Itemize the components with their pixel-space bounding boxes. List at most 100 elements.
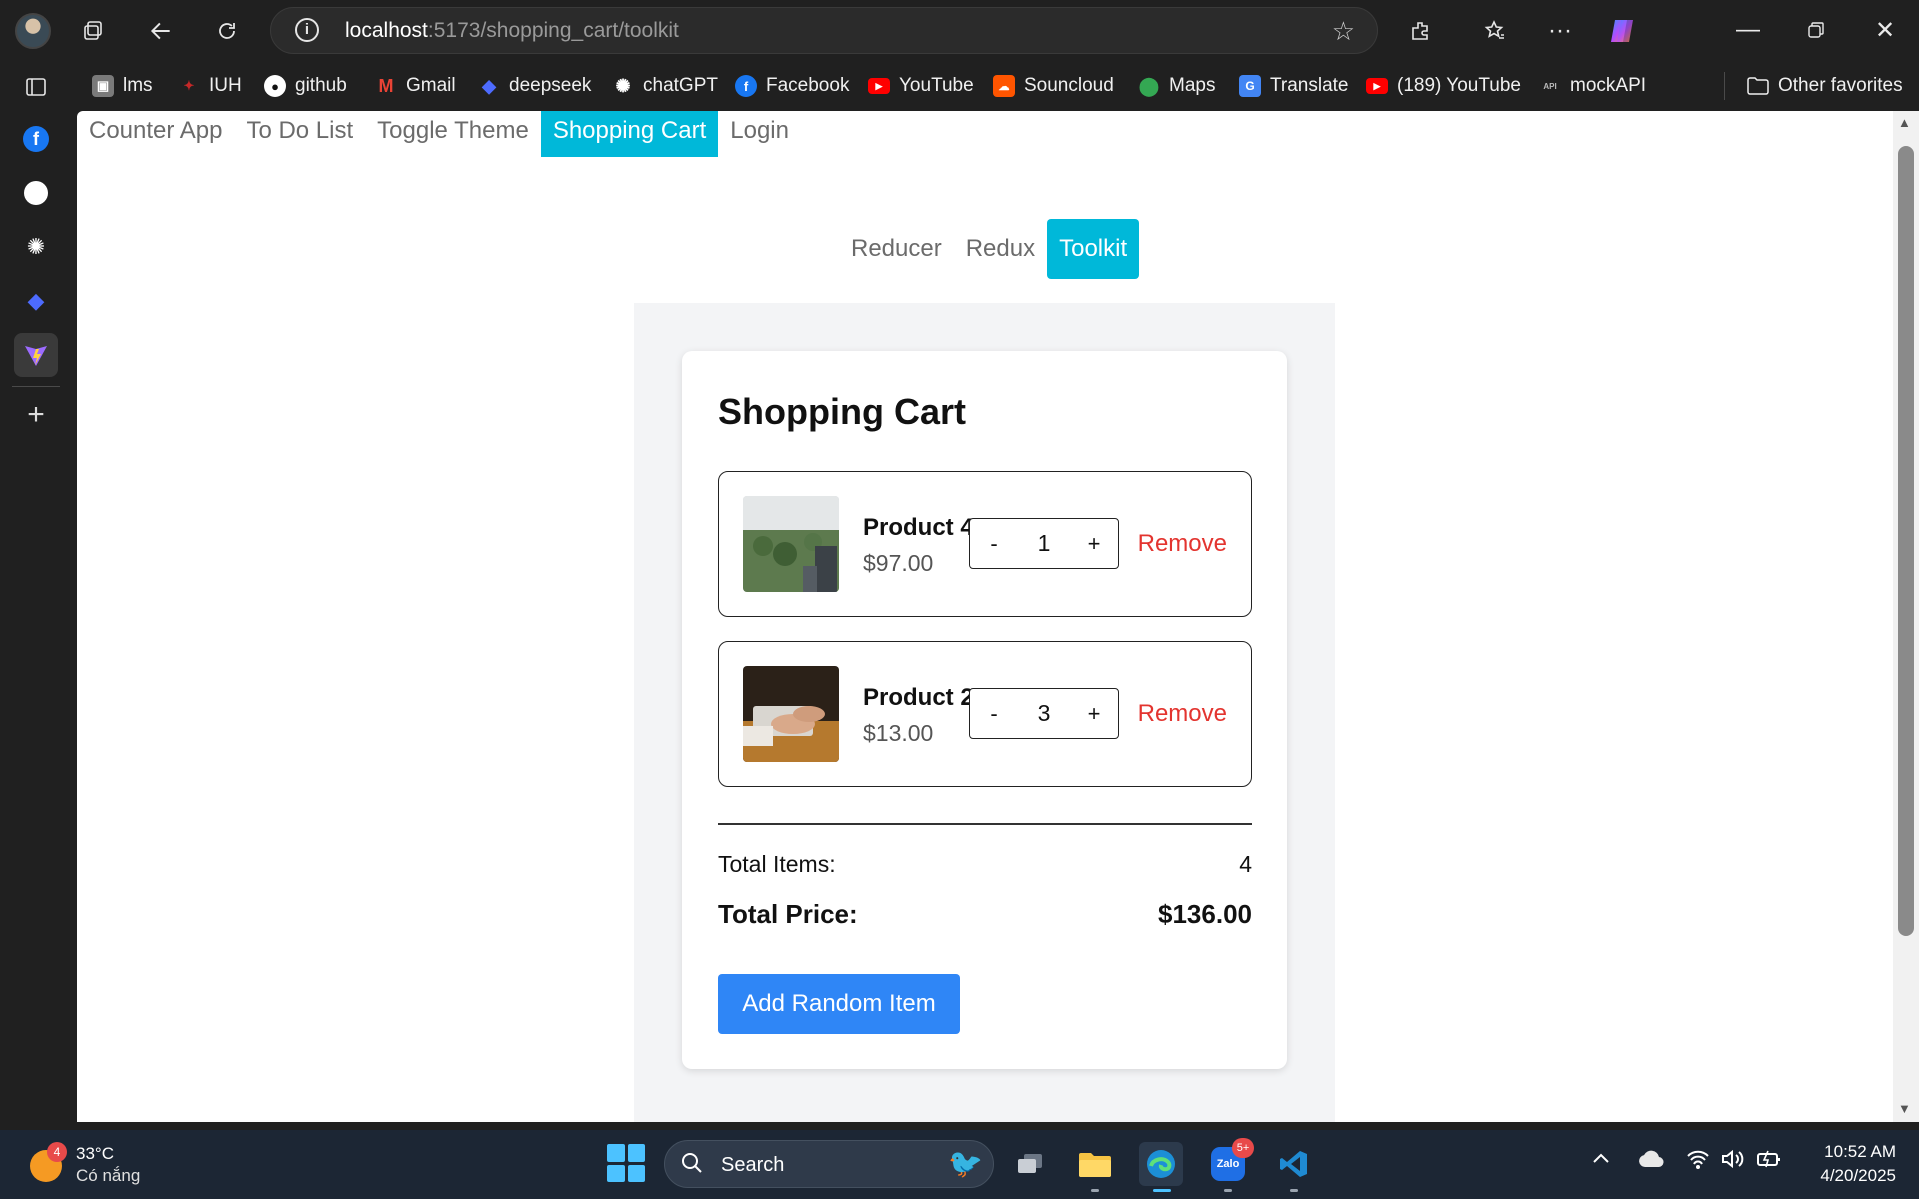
facebook-icon[interactable]: f: [14, 117, 58, 161]
decrement-button[interactable]: -: [970, 531, 1018, 557]
quantity-stepper: - 3 +: [969, 688, 1119, 739]
favorite-mockapi[interactable]: API mockAPI: [1539, 72, 1646, 100]
address-bar[interactable]: i localhost:5173/shopping_cart/toolkit ☆: [270, 7, 1378, 54]
favorite-lms[interactable]: ▣ lms: [92, 72, 153, 100]
mockapi-icon: API: [1543, 81, 1557, 91]
favorite-chatgpt[interactable]: ✺ chatGPT: [612, 72, 718, 100]
add-random-item-button[interactable]: Add Random Item: [718, 974, 960, 1034]
volume-icon[interactable]: [1720, 1149, 1744, 1175]
deepseek-icon[interactable]: ◆: [14, 279, 58, 323]
nav-shopping-cart[interactable]: Shopping Cart: [540, 111, 719, 157]
favorite-label: mockAPI: [1570, 75, 1647, 96]
nav-login[interactable]: Login: [718, 111, 801, 157]
favorite-gmail[interactable]: M Gmail: [375, 72, 456, 100]
top-navigation: Counter App To Do List Toggle Theme Shop…: [77, 111, 801, 157]
cart-card: Shopping Cart Product 4 $97.00 - 1 + Rem…: [682, 351, 1287, 1069]
remove-button[interactable]: Remove: [1138, 530, 1227, 558]
product-name: Product 2: [863, 684, 974, 711]
temperature: 33°C: [76, 1144, 114, 1163]
maps-icon: ⬤: [1138, 75, 1160, 96]
vscode-icon[interactable]: [1272, 1142, 1316, 1192]
product-image: [743, 496, 839, 592]
total-items-label: Total Items:: [718, 851, 836, 877]
favorite-label: github: [295, 75, 347, 96]
subnav-redux[interactable]: Redux: [954, 219, 1047, 279]
scroll-down-icon[interactable]: ▼: [1898, 1101, 1911, 1116]
task-view-icon[interactable]: [1008, 1142, 1052, 1186]
favorite-maps[interactable]: ⬤ Maps: [1138, 72, 1216, 100]
close-icon[interactable]: ✕: [1862, 10, 1908, 50]
quantity-value: 1: [1037, 530, 1051, 556]
file-explorer-icon[interactable]: [1073, 1142, 1117, 1192]
soundcloud-icon: ☁: [993, 75, 1015, 97]
search-icon: [681, 1152, 703, 1180]
quantity-value: 3: [1037, 700, 1051, 726]
wifi-icon[interactable]: [1686, 1149, 1710, 1175]
chatgpt-icon[interactable]: ✺: [14, 225, 58, 269]
decrement-button[interactable]: -: [970, 701, 1018, 727]
total-price-value: $136.00: [1158, 899, 1252, 929]
vite-icon[interactable]: [14, 333, 58, 377]
running-indicator: [1091, 1189, 1099, 1192]
favorite-facebook[interactable]: f Facebook: [735, 72, 849, 100]
zalo-icon[interactable]: Zalo 5+: [1206, 1138, 1254, 1192]
remove-button[interactable]: Remove: [1138, 700, 1227, 728]
back-arrow-icon[interactable]: [142, 12, 180, 50]
favorite-soundcloud[interactable]: ☁ Souncloud: [993, 72, 1114, 100]
workspaces-icon[interactable]: [74, 12, 112, 50]
running-indicator: [1290, 1189, 1298, 1192]
url-host: localhost: [345, 19, 428, 42]
profile-avatar[interactable]: [15, 13, 51, 49]
url-text[interactable]: localhost:5173/shopping_cart/toolkit: [345, 19, 679, 43]
folder-icon: [1747, 75, 1769, 97]
nav-toggle-theme[interactable]: Toggle Theme: [365, 111, 541, 157]
favorite-star-icon[interactable]: ☆: [1332, 16, 1355, 47]
start-menu-icon[interactable]: [607, 1144, 645, 1182]
subnav-toolkit[interactable]: Toolkit: [1047, 219, 1140, 279]
sidebar-divider: [12, 386, 60, 387]
battery-charging-icon[interactable]: [1756, 1149, 1782, 1175]
sub-navigation: Reducer Redux Toolkit: [839, 219, 1140, 279]
more-options-icon[interactable]: ···: [1541, 12, 1579, 50]
total-price-label: Total Price:: [718, 899, 858, 929]
favorite-youtube-189[interactable]: ▶ (189) YouTube: [1366, 72, 1521, 100]
nav-counter-app[interactable]: Counter App: [77, 111, 234, 157]
show-hidden-icons-icon[interactable]: [1592, 1148, 1610, 1171]
favorite-deepseek[interactable]: ◆ deepseek: [478, 72, 591, 100]
lms-icon: ▣: [92, 75, 114, 97]
scroll-up-icon[interactable]: ▲: [1898, 115, 1911, 130]
favorite-translate[interactable]: G Translate: [1239, 72, 1349, 100]
zalo-notification-badge: 5+: [1232, 1138, 1254, 1158]
active-indicator: [1153, 1189, 1171, 1192]
add-icon[interactable]: +: [14, 393, 58, 437]
favorite-github[interactable]: ● github: [264, 72, 347, 100]
github-icon[interactable]: [14, 171, 58, 215]
refresh-icon[interactable]: [208, 12, 246, 50]
product-price: $13.00: [863, 720, 934, 746]
site-info-icon[interactable]: i: [295, 18, 319, 42]
favorites-icon[interactable]: [1476, 12, 1514, 50]
translate-icon: G: [1239, 75, 1261, 97]
cart-item: Product 2 $13.00 - 3 + Remove: [718, 641, 1252, 787]
extensions-icon[interactable]: [1402, 12, 1440, 50]
increment-button[interactable]: +: [1070, 701, 1118, 727]
restore-icon[interactable]: [1793, 10, 1839, 50]
increment-button[interactable]: +: [1070, 531, 1118, 557]
favorite-youtube[interactable]: ▶ YouTube: [868, 72, 974, 100]
taskbar-search[interactable]: Search 🐦: [664, 1140, 994, 1188]
scrollbar-thumb[interactable]: [1898, 146, 1914, 936]
page-scrollbar[interactable]: ▲ ▼: [1893, 111, 1919, 1122]
url-path: :5173/shopping_cart/toolkit: [427, 19, 679, 42]
nav-to-do-list[interactable]: To Do List: [234, 111, 365, 157]
subnav-reducer[interactable]: Reducer: [839, 219, 954, 279]
copilot-icon[interactable]: [1603, 12, 1641, 50]
minimize-icon[interactable]: —: [1725, 10, 1771, 50]
system-clock[interactable]: 10:52 AM 4/20/2025: [1806, 1140, 1896, 1188]
onedrive-icon[interactable]: [1638, 1150, 1664, 1174]
browser-titlebar: i localhost:5173/shopping_cart/toolkit ☆…: [0, 0, 1919, 61]
favorite-iuh[interactable]: ✦ IUH: [178, 72, 242, 100]
tab-actions-icon[interactable]: [14, 65, 58, 109]
edge-browser-icon[interactable]: [1139, 1142, 1183, 1192]
other-favorites[interactable]: Other favorites: [1747, 72, 1903, 100]
browser-sidebar: f ✺ ◆ +: [0, 61, 72, 1130]
